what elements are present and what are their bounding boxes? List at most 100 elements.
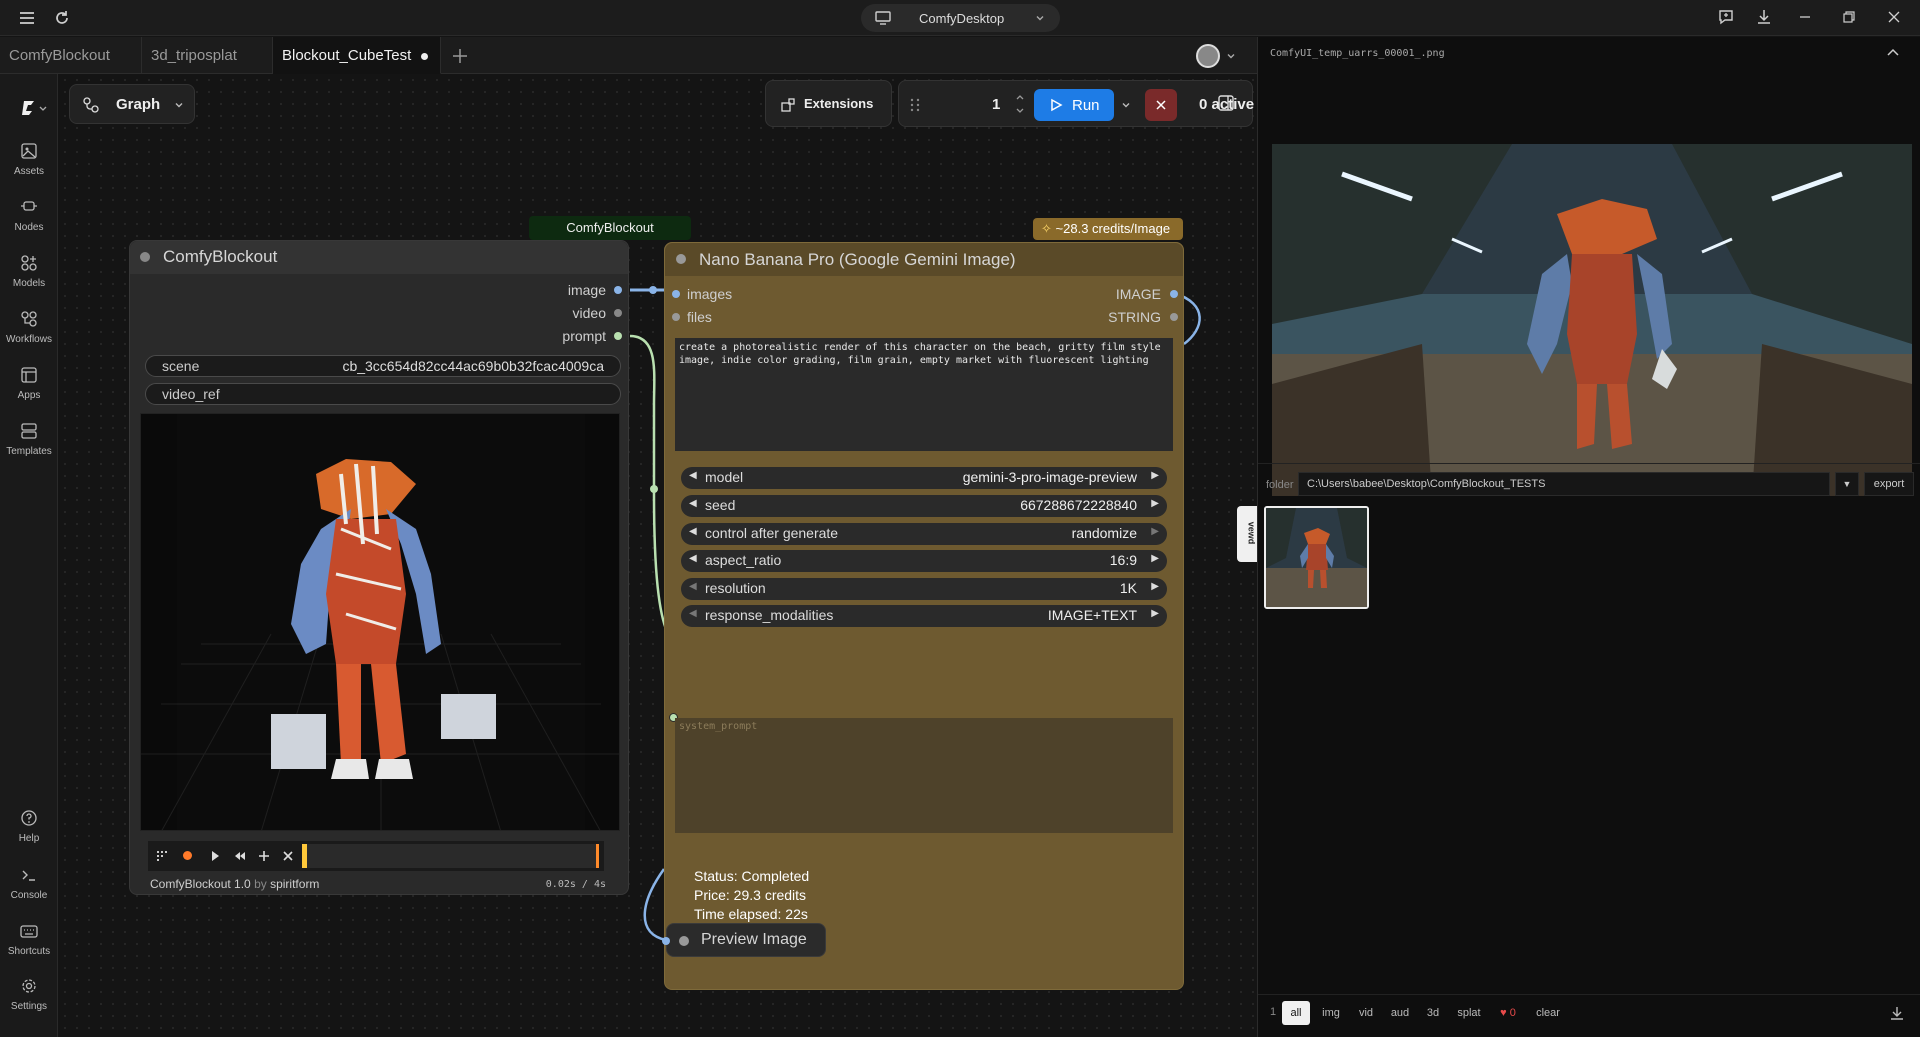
add-keyframe-icon[interactable]: [258, 850, 270, 862]
output-slot-video[interactable]: [614, 309, 622, 317]
minimize-icon[interactable]: [1796, 8, 1818, 28]
playhead[interactable]: [302, 844, 307, 868]
grid-icon[interactable]: [156, 850, 168, 862]
reload-icon[interactable]: [52, 8, 74, 28]
decrement-arrow-icon[interactable]: ◀: [689, 470, 697, 481]
input-label-files: files: [687, 309, 712, 325]
rewind-icon[interactable]: [234, 850, 246, 862]
new-tab-plus-icon[interactable]: [451, 47, 469, 65]
node-collapse-dot[interactable]: [140, 252, 150, 262]
output-slot-prompt[interactable]: [614, 332, 622, 340]
filter-splat-button[interactable]: splat: [1451, 1001, 1487, 1025]
3d-viewport[interactable]: [140, 413, 620, 831]
download-icon[interactable]: [1889, 1005, 1905, 1021]
graph-canvas[interactable]: Graph Extensions 1 Run 0 active ComfyBlo…: [59, 74, 1257, 1037]
preview-image-node[interactable]: Preview Image: [662, 923, 826, 957]
tab-3d-triposplat[interactable]: 3d_triposplat: [142, 37, 273, 74]
response-modalities-select[interactable]: ◀ response_modalities IMAGE+TEXT ▶: [681, 605, 1167, 627]
record-icon[interactable]: [183, 851, 192, 860]
user-avatar[interactable]: [1196, 44, 1220, 68]
chevron-down-icon[interactable]: [1226, 51, 1236, 61]
tab-comfyblockout[interactable]: ComfyBlockout: [0, 37, 142, 74]
restore-icon[interactable]: [1840, 8, 1862, 28]
timeline-scrubber[interactable]: [302, 844, 599, 868]
comfy-logo-icon[interactable]: [20, 99, 48, 117]
sidebar-item-shortcuts[interactable]: Shortcuts: [0, 922, 58, 957]
sidebar-item-workflows[interactable]: Workflows: [0, 310, 58, 345]
unsaved-dot-icon[interactable]: [421, 53, 428, 60]
export-button[interactable]: export: [1864, 472, 1914, 496]
filter-aud-button[interactable]: aud: [1385, 1001, 1415, 1025]
increment-arrow-icon[interactable]: ▶: [1151, 526, 1159, 537]
comfyblockout-node[interactable]: ComfyBlockout image video prompt scene c…: [129, 240, 629, 895]
model-select[interactable]: ◀ model gemini-3-pro-image-preview ▶: [681, 467, 1167, 489]
increment-arrow-icon[interactable]: ▶: [1151, 498, 1159, 509]
increment-arrow-icon[interactable]: ▶: [1151, 581, 1159, 592]
system-prompt-textarea[interactable]: system_prompt: [675, 718, 1173, 833]
decrement-arrow-icon[interactable]: ◀: [689, 526, 697, 537]
output-slot-string[interactable]: [1170, 313, 1178, 321]
chevron-down-icon: [1035, 13, 1045, 23]
decrement-arrow-icon[interactable]: ◀: [689, 498, 697, 509]
sidebar-item-nodes[interactable]: Nodes: [0, 198, 58, 233]
input-slot-images[interactable]: [672, 290, 680, 298]
play-icon[interactable]: [210, 850, 220, 862]
sidebar-item-assets[interactable]: Assets: [0, 142, 58, 177]
node-collapse-dot[interactable]: [679, 936, 689, 946]
templates-icon: [21, 423, 37, 439]
input-slot-images[interactable]: [662, 937, 670, 945]
decrement-arrow-icon[interactable]: ◀: [689, 553, 697, 564]
feedback-icon[interactable]: [1717, 8, 1739, 28]
folder-path-input[interactable]: C:\Users\babee\Desktop\ComfyBlockout_TES…: [1298, 472, 1830, 496]
close-window-icon[interactable]: [1885, 8, 1907, 28]
filter-img-button[interactable]: img: [1316, 1001, 1346, 1025]
node-collapse-dot[interactable]: [676, 254, 686, 264]
filter-3d-button[interactable]: 3d: [1420, 1001, 1446, 1025]
3d-character-preview: [141, 414, 619, 830]
output-label-string: STRING: [1108, 309, 1161, 325]
sidebar-item-models[interactable]: Models: [0, 254, 58, 289]
end-marker: [596, 844, 599, 868]
decrement-arrow-icon[interactable]: ◀: [689, 581, 697, 592]
footer-name: ComfyBlockout 1.0: [150, 877, 251, 891]
clear-icon[interactable]: [282, 850, 294, 862]
seed-input[interactable]: ◀ seed 667288672228840 ▶: [681, 495, 1167, 517]
prompt-textarea[interactable]: create a photorealistic render of this c…: [675, 338, 1173, 451]
increment-arrow-icon[interactable]: ▶: [1151, 470, 1159, 481]
sidebar-item-label: Templates: [6, 446, 52, 457]
generated-image-preview[interactable]: [1272, 144, 1912, 496]
app-selector[interactable]: ComfyDesktop: [861, 4, 1060, 32]
video-ref-field[interactable]: video_ref: [145, 383, 621, 405]
nano-banana-node[interactable]: Nano Banana Pro (Google Gemini Image) im…: [664, 242, 1184, 990]
sidebar-item-console[interactable]: Console: [0, 866, 58, 901]
output-slot-image[interactable]: [614, 286, 622, 294]
download-icon[interactable]: [1755, 8, 1777, 28]
decrement-arrow-icon[interactable]: ◀: [689, 608, 697, 619]
output-slot-image[interactable]: [1170, 290, 1178, 298]
models-icon: [21, 255, 37, 271]
resolution-select[interactable]: ◀ resolution 1K ▶: [681, 578, 1167, 600]
filter-all-button[interactable]: all: [1282, 1001, 1310, 1025]
tab-blockout-cubetest[interactable]: Blockout_CubeTest: [273, 37, 441, 74]
sidebar-item-help[interactable]: Help: [0, 809, 58, 844]
input-slot-files[interactable]: [672, 313, 680, 321]
hamburger-menu-icon[interactable]: [17, 8, 39, 28]
increment-arrow-icon[interactable]: ▶: [1151, 608, 1159, 619]
collapse-chevron-up-icon[interactable]: [1886, 47, 1900, 57]
increment-arrow-icon[interactable]: ▶: [1151, 553, 1159, 564]
filter-favorites-button[interactable]: ♥ 0: [1491, 1001, 1525, 1025]
node-title: ComfyBlockout: [163, 247, 278, 266]
control-after-generate-select[interactable]: ◀ control after generate randomize ▶: [681, 523, 1167, 545]
terminal-icon: [22, 870, 35, 881]
aspect-ratio-select[interactable]: ◀ aspect_ratio 16:9 ▶: [681, 550, 1167, 572]
gallery-thumbnail[interactable]: [1264, 506, 1369, 609]
credits-badge: ✧ ~28.3 credits/Image: [1033, 218, 1183, 240]
folder-dropdown-icon[interactable]: ▼: [1835, 472, 1859, 496]
scene-field[interactable]: scene cb_3cc654d82cc44ac69b0b32fcac4009c…: [145, 355, 621, 377]
sidebar-item-settings[interactable]: Settings: [0, 977, 58, 1012]
vewd-side-tab[interactable]: vewd: [1237, 506, 1257, 562]
clear-button[interactable]: clear: [1530, 1001, 1566, 1025]
filter-vid-button[interactable]: vid: [1352, 1001, 1380, 1025]
sidebar-item-templates[interactable]: Templates: [0, 422, 58, 457]
sidebar-item-apps[interactable]: Apps: [0, 366, 58, 401]
